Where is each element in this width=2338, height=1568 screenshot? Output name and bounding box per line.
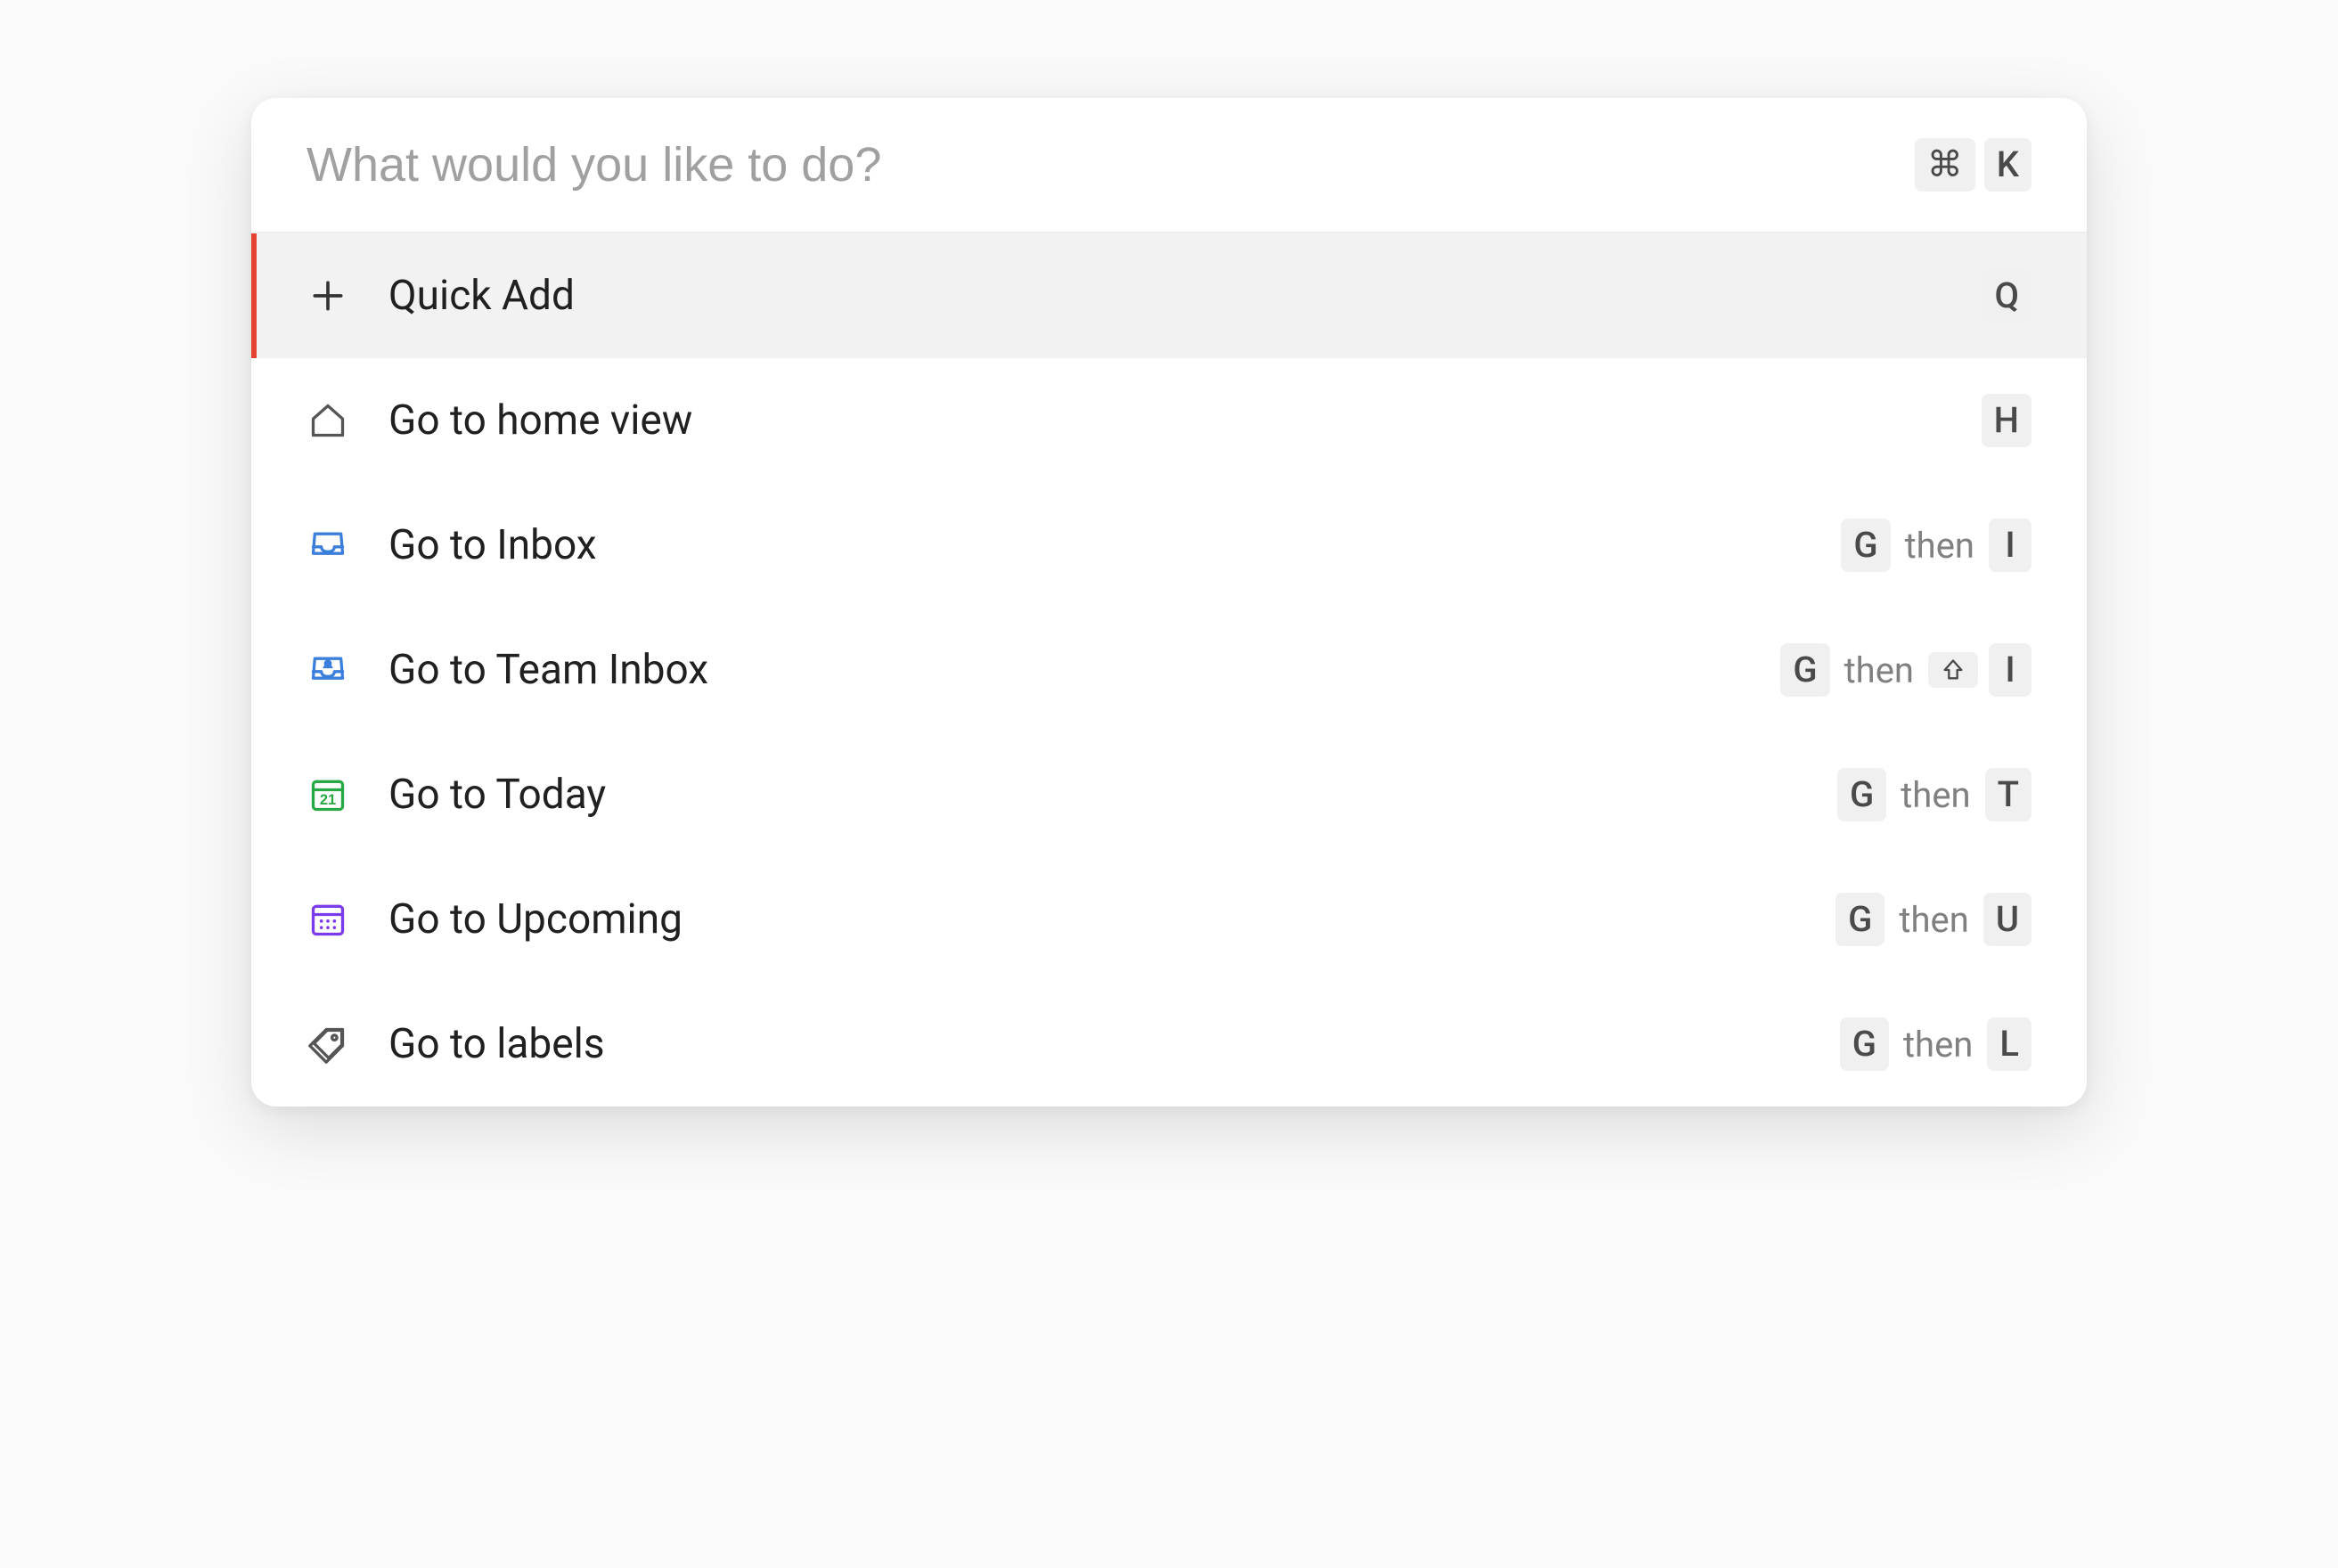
command-label: Go to Today bbox=[388, 771, 1837, 819]
command-shortcut: G then I bbox=[1780, 643, 2031, 697]
shortcut-key: T bbox=[1985, 768, 2031, 821]
k-key: K bbox=[1984, 138, 2031, 192]
command-shortcut: G then I bbox=[1841, 519, 2031, 572]
svg-text:21: 21 bbox=[320, 792, 336, 808]
upcoming-icon bbox=[307, 898, 349, 941]
command-upcoming[interactable]: Go to Upcoming G then U bbox=[251, 857, 2087, 982]
command-label: Go to Inbox bbox=[388, 521, 1841, 569]
shortcut-key: G bbox=[1780, 643, 1829, 697]
command-inbox[interactable]: Go to Inbox G then I bbox=[251, 483, 2087, 608]
command-shortcut: G then T bbox=[1837, 768, 2031, 821]
command-label: Quick Add bbox=[388, 272, 1982, 320]
shortcut-key: G bbox=[1835, 893, 1884, 946]
then-text: then bbox=[1899, 899, 1968, 941]
command-today[interactable]: 21 Go to Today G then T bbox=[251, 732, 2087, 857]
cmd-key: ⌘ bbox=[1915, 138, 1975, 192]
home-icon bbox=[307, 399, 349, 442]
command-label: Go to home view bbox=[388, 396, 1982, 445]
label-icon bbox=[307, 1023, 349, 1066]
shortcut-key: L bbox=[1987, 1017, 2031, 1071]
shortcut-key: G bbox=[1841, 519, 1890, 572]
command-shortcut: H bbox=[1982, 394, 2031, 447]
shortcut-key: G bbox=[1840, 1017, 1889, 1071]
command-palette: ⌘ K Quick Add Q bbox=[251, 98, 2087, 1107]
team-inbox-icon bbox=[307, 649, 349, 691]
plus-icon bbox=[307, 274, 349, 317]
shortcut-key: U bbox=[1983, 893, 2031, 946]
command-list: Quick Add Q Go to home view H bbox=[251, 233, 2087, 1107]
today-icon: 21 bbox=[307, 773, 349, 816]
then-text: then bbox=[1905, 525, 1974, 567]
shortcut-key: Q bbox=[1982, 269, 2031, 323]
command-home[interactable]: Go to home view H bbox=[251, 358, 2087, 483]
inbox-icon bbox=[307, 524, 349, 567]
search-row: ⌘ K bbox=[251, 98, 2087, 233]
then-text: then bbox=[1901, 774, 1970, 816]
shortcut-key: H bbox=[1982, 394, 2031, 447]
search-shortcut-hint: ⌘ K bbox=[1915, 138, 2031, 192]
command-team-inbox[interactable]: Go to Team Inbox G then I bbox=[251, 608, 2087, 732]
shortcut-key: I bbox=[1989, 643, 2031, 697]
command-shortcut: G then L bbox=[1840, 1017, 2031, 1071]
command-label: Go to Upcoming bbox=[388, 895, 1835, 943]
then-text: then bbox=[1844, 649, 1914, 691]
command-shortcut: Q bbox=[1982, 269, 2031, 323]
then-text: then bbox=[1903, 1024, 1973, 1066]
command-label: Go to labels bbox=[388, 1020, 1840, 1068]
shortcut-key: G bbox=[1837, 768, 1886, 821]
command-shortcut: G then U bbox=[1835, 893, 2031, 946]
shortcut-key: I bbox=[1989, 519, 2031, 572]
command-quick-add[interactable]: Quick Add Q bbox=[251, 233, 2087, 358]
command-label: Go to Team Inbox bbox=[388, 646, 1780, 694]
search-input[interactable] bbox=[307, 137, 1915, 192]
command-labels[interactable]: Go to labels G then L bbox=[251, 982, 2087, 1107]
shift-key bbox=[1928, 652, 1978, 688]
